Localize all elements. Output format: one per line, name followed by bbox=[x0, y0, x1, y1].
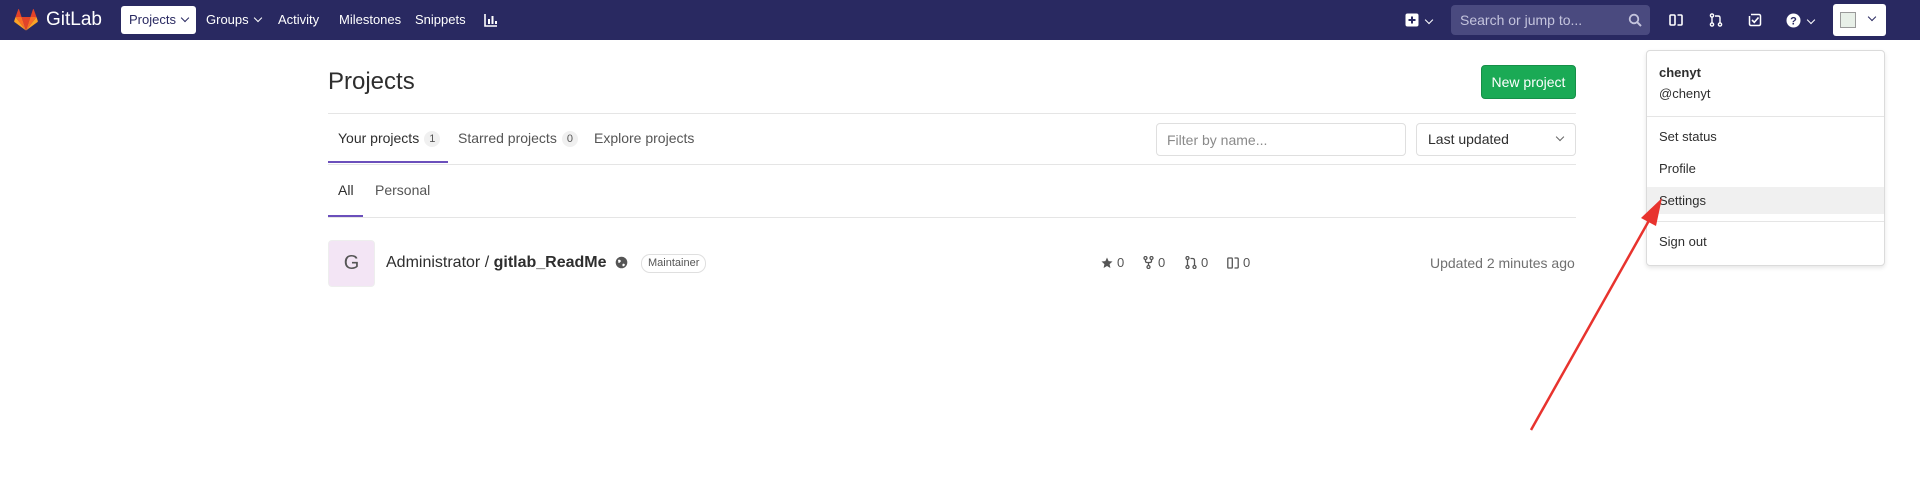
chevron-down-icon bbox=[180, 13, 190, 23]
chart-icon[interactable] bbox=[481, 10, 501, 30]
user-dropdown-menu: chenyt @chenyt Set status Profile Settin… bbox=[1646, 50, 1885, 266]
stars-value: 0 bbox=[1117, 255, 1125, 270]
divider bbox=[328, 164, 1576, 165]
nav-projects-label: Projects bbox=[129, 12, 176, 27]
tab-explore-projects[interactable]: Explore projects bbox=[594, 128, 694, 148]
project-namespace: Administrator / bbox=[386, 254, 494, 271]
issues-value: 0 bbox=[1243, 255, 1251, 270]
top-navbar: GitLab Projects Groups Activity Mileston… bbox=[0, 0, 1920, 40]
stars-count[interactable]: 0 bbox=[1101, 255, 1124, 270]
annotation-arrow bbox=[1529, 198, 1662, 431]
merge-requests-value: 0 bbox=[1201, 255, 1209, 270]
active-tab-indicator bbox=[328, 161, 448, 163]
dropdown-username[interactable]: @chenyt bbox=[1659, 86, 1711, 101]
divider bbox=[1647, 221, 1884, 222]
new-project-button[interactable]: New project bbox=[1481, 65, 1576, 99]
subtab-all[interactable]: All bbox=[338, 180, 354, 200]
issues-icon bbox=[1227, 256, 1239, 269]
nav-groups-label: Groups bbox=[206, 12, 249, 27]
tab-label: Your projects bbox=[338, 130, 420, 146]
subtab-personal[interactable]: Personal bbox=[375, 180, 430, 200]
plus-square-icon bbox=[1405, 13, 1418, 27]
search-icon bbox=[1628, 13, 1642, 27]
tab-starred-projects[interactable]: Starred projects 0 bbox=[458, 128, 578, 148]
count-badge: 1 bbox=[424, 131, 441, 147]
menu-item-sign-out[interactable]: Sign out bbox=[1647, 228, 1884, 255]
count-badge: 0 bbox=[561, 131, 578, 147]
gitlab-logo[interactable]: GitLab bbox=[14, 9, 102, 31]
sort-selected: Last updated bbox=[1428, 131, 1509, 147]
sort-dropdown[interactable]: Last updated bbox=[1416, 123, 1576, 156]
new-item-dropdown[interactable] bbox=[1402, 10, 1434, 30]
nav-milestones[interactable]: Milestones bbox=[331, 6, 409, 34]
filter-input[interactable] bbox=[1156, 123, 1406, 156]
svg-text:?: ? bbox=[1790, 15, 1797, 27]
forks-value: 0 bbox=[1158, 255, 1166, 270]
nav-groups[interactable]: Groups bbox=[198, 6, 269, 34]
updated-timestamp: Updated 2 minutes ago bbox=[1430, 255, 1575, 271]
nav-projects[interactable]: Projects bbox=[121, 6, 196, 34]
project-avatar[interactable]: G bbox=[328, 240, 375, 287]
brand-name: GitLab bbox=[46, 9, 102, 30]
divider bbox=[328, 113, 1576, 114]
tab-label: Starred projects bbox=[458, 130, 557, 146]
globe-icon bbox=[615, 256, 628, 269]
forks-count[interactable]: 0 bbox=[1143, 255, 1165, 270]
issues-icon[interactable] bbox=[1666, 10, 1686, 30]
role-badge: Maintainer bbox=[641, 254, 707, 273]
chevron-down-icon bbox=[253, 13, 262, 23]
gitlab-tanuki-icon bbox=[14, 9, 38, 31]
search-box[interactable] bbox=[1451, 5, 1650, 35]
search-input[interactable] bbox=[1451, 5, 1621, 35]
tab-your-projects[interactable]: Your projects 1 bbox=[338, 128, 441, 148]
menu-item-set-status[interactable]: Set status bbox=[1647, 123, 1884, 150]
chevron-down-icon bbox=[1806, 15, 1816, 25]
help-icon: ? bbox=[1786, 13, 1801, 27]
help-dropdown[interactable]: ? bbox=[1783, 10, 1817, 30]
merge-requests-count[interactable]: 0 bbox=[1185, 255, 1208, 270]
menu-item-settings[interactable]: Settings bbox=[1647, 187, 1884, 214]
chevron-down-icon bbox=[1867, 12, 1877, 22]
dropdown-user-name[interactable]: chenyt bbox=[1659, 65, 1701, 80]
divider bbox=[328, 217, 1576, 218]
menu-item-profile[interactable]: Profile bbox=[1647, 155, 1884, 182]
chevron-down-icon bbox=[1424, 15, 1433, 25]
star-icon bbox=[1101, 257, 1113, 268]
page-title: Projects bbox=[328, 68, 415, 95]
avatar bbox=[1840, 12, 1856, 28]
merge-request-icon[interactable] bbox=[1706, 10, 1726, 30]
fork-icon bbox=[1143, 256, 1154, 269]
todo-icon[interactable] bbox=[1745, 10, 1765, 30]
merge-request-icon bbox=[1185, 256, 1197, 269]
project-name: gitlab_ReadMe bbox=[493, 254, 607, 271]
project-title[interactable]: Administrator / gitlab_ReadMe bbox=[386, 254, 607, 272]
chevron-down-icon bbox=[1555, 132, 1565, 142]
issues-count[interactable]: 0 bbox=[1227, 255, 1250, 270]
divider bbox=[1647, 116, 1884, 117]
user-avatar-dropdown[interactable] bbox=[1833, 4, 1886, 36]
nav-snippets[interactable]: Snippets bbox=[407, 6, 474, 34]
nav-activity[interactable]: Activity bbox=[270, 6, 327, 34]
